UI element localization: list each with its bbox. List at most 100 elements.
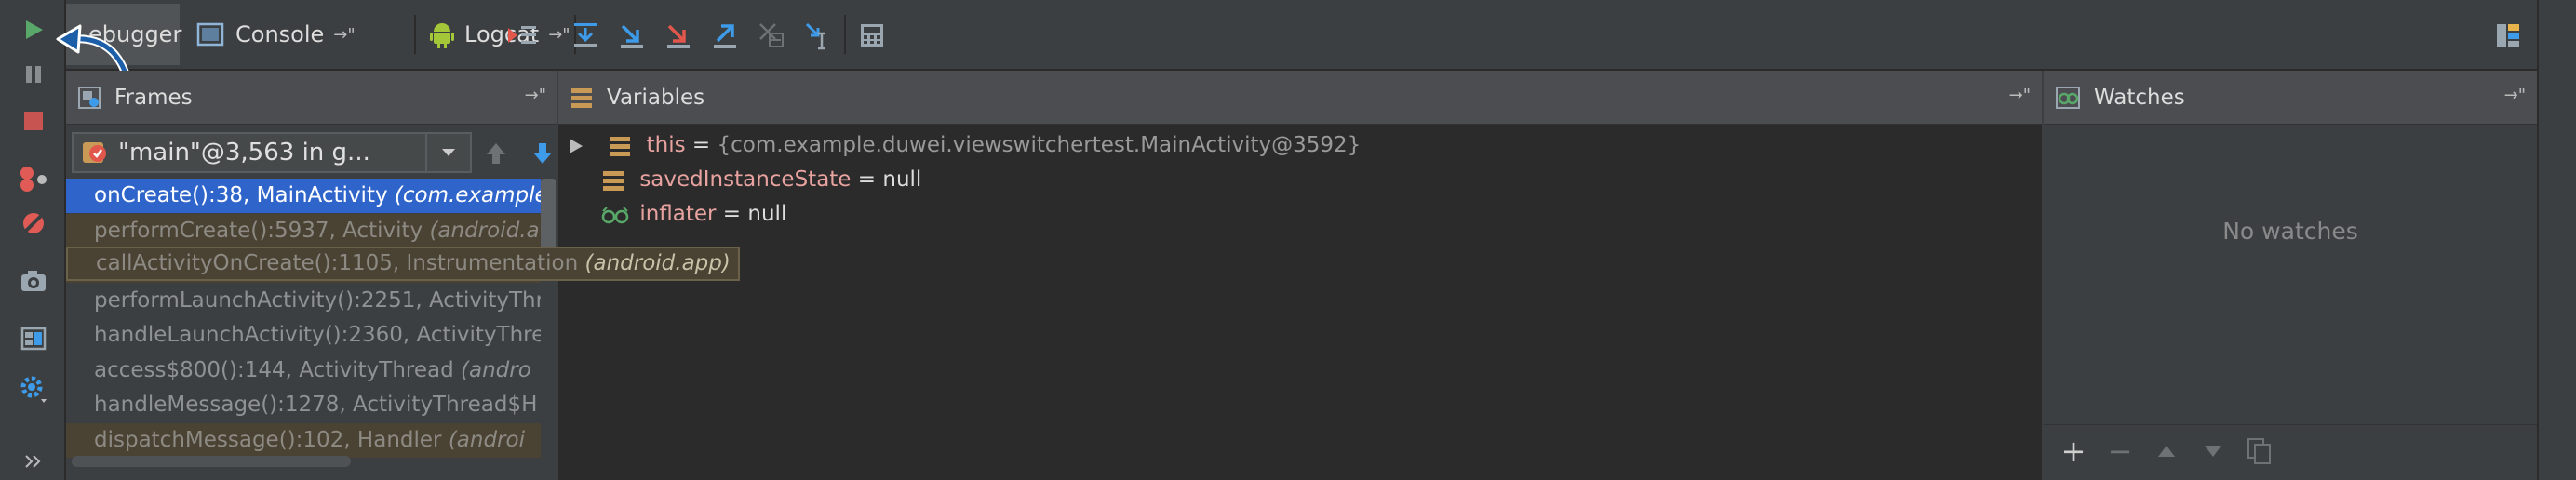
variables-title: Variables xyxy=(607,85,705,110)
variables-header: Variables →" xyxy=(558,71,2042,125)
tab-logcat[interactable]: Logcat →" xyxy=(422,4,570,65)
pin-icon: →" xyxy=(333,24,356,45)
resume-program-icon xyxy=(26,20,43,39)
pin-icon[interactable]: →" xyxy=(525,86,546,105)
tooltip-method: callActivityOnCreate():1105, Instrumenta… xyxy=(96,251,585,275)
evaluate-expression-icon xyxy=(861,24,883,47)
variables-icon xyxy=(571,87,592,108)
view-breakpoints-icon xyxy=(20,167,47,192)
watch-glasses-icon xyxy=(601,206,629,223)
frame-method: onCreate():38, MainActivity xyxy=(94,183,395,207)
pause-program-button[interactable] xyxy=(13,56,54,93)
tooltip-package: (android.app) xyxy=(584,251,731,275)
drop-frame-button[interactable] xyxy=(753,17,790,54)
plus-icon: + xyxy=(2060,433,2086,469)
mute-breakpoints-button[interactable] xyxy=(13,205,54,242)
watches-icon xyxy=(2056,86,2080,109)
frame-package: (andro xyxy=(461,357,531,382)
thread-selector-value: "main"@3,563 in g... xyxy=(118,139,370,167)
watches-title: Watches xyxy=(2094,85,2185,110)
arrow-up-icon xyxy=(487,143,505,164)
expand-arrow-icon[interactable] xyxy=(568,128,601,163)
move-watch-down-button[interactable] xyxy=(2196,434,2230,468)
frame-row[interactable]: performLaunchActivity():2251, ActivityTh… xyxy=(66,284,541,318)
step-out-icon xyxy=(714,24,736,48)
step-into-button[interactable] xyxy=(613,17,651,54)
variable-equals: = xyxy=(716,202,748,226)
frame-row[interactable]: performCreate():5937, Activity (android.… xyxy=(66,213,541,248)
step-into-icon xyxy=(621,24,643,48)
variables-panel: this = {com.example.duwei.viewswitcherte… xyxy=(558,125,2042,480)
step-out-button[interactable] xyxy=(706,17,744,54)
frame-method: dispatchMessage():102, Handler xyxy=(94,427,449,452)
minus-icon: − xyxy=(2107,433,2133,469)
tab-console-label: Console xyxy=(235,21,325,47)
frame-row[interactable]: dispatchMessage():102, Handler (androi xyxy=(66,422,541,458)
restore-layout-button[interactable] xyxy=(13,320,54,357)
arrow-down-icon xyxy=(533,143,552,164)
frame-method: handleMessage():1278, ActivityThread$H xyxy=(94,393,538,417)
force-step-into-icon xyxy=(667,24,690,48)
frame-method: performCreate():5937, Activity xyxy=(94,218,430,243)
drop-frame-icon xyxy=(759,23,784,47)
frame-row[interactable]: handleLaunchActivity():2360, ActivityThr… xyxy=(66,318,541,353)
frame-tooltip: callActivityOnCreate():1105, Instrumenta… xyxy=(66,247,740,281)
thread-suspended-icon xyxy=(83,142,106,163)
pin-icon[interactable]: →" xyxy=(2504,86,2526,105)
force-step-into-button[interactable] xyxy=(660,17,697,54)
variable-row[interactable]: this = {com.example.duwei.viewswitcherte… xyxy=(568,128,1361,163)
run-to-cursor-button[interactable] xyxy=(799,17,837,54)
frame-method: performLaunchActivity():2251, ActivityTh… xyxy=(94,287,541,313)
variable-row[interactable]: savedInstanceState = null xyxy=(601,163,921,197)
frame-row-selected[interactable]: onCreate():38, MainActivity (com.example xyxy=(66,179,541,213)
stop-icon xyxy=(24,112,43,130)
variable-value: null xyxy=(882,167,922,192)
mute-breakpoints-icon xyxy=(23,213,44,233)
triangle-down-icon xyxy=(2205,446,2221,457)
move-watch-up-button[interactable] xyxy=(2150,434,2183,468)
frame-package: (android.a xyxy=(429,218,540,243)
layout-settings-button[interactable] xyxy=(2489,17,2527,54)
get-thread-dump-icon xyxy=(21,271,46,291)
stop-button[interactable] xyxy=(13,102,54,140)
variable-value: {com.example.duwei.viewswitchertest.Main… xyxy=(717,133,1362,157)
variable-equals: = xyxy=(851,167,883,192)
expand-more-icon xyxy=(25,455,41,468)
next-frame-button[interactable] xyxy=(530,140,556,167)
chevron-down-icon[interactable] xyxy=(425,134,470,171)
variable-name: inflater xyxy=(639,202,717,226)
previous-frame-button[interactable] xyxy=(483,140,509,167)
frames-horizontal-scrollbar[interactable] xyxy=(72,456,351,467)
frame-row[interactable]: handleMessage():1278, ActivityThread$H xyxy=(66,388,541,422)
show-execution-point-button[interactable] xyxy=(503,17,541,54)
copy-watch-button[interactable] xyxy=(2243,434,2276,468)
view-breakpoints-button[interactable] xyxy=(13,160,54,197)
android-icon xyxy=(430,23,454,48)
frame-method: handleLaunchActivity():2360, ActivityThr… xyxy=(94,323,541,347)
step-over-icon xyxy=(574,23,597,47)
expand-more-button[interactable] xyxy=(13,443,54,480)
get-thread-dump-button[interactable] xyxy=(13,262,54,300)
pin-icon[interactable]: →" xyxy=(2009,86,2031,105)
evaluate-expression-button[interactable] xyxy=(853,17,891,54)
variable-name: savedInstanceState xyxy=(639,167,852,192)
watches-header: Watches →" xyxy=(2044,71,2537,125)
copy-icon xyxy=(2247,438,2271,464)
variable-name: this xyxy=(646,133,686,157)
variable-row[interactable]: inflater = null xyxy=(601,197,786,232)
tab-console[interactable]: Console →" xyxy=(187,4,410,65)
field-icon xyxy=(610,136,631,156)
frames-panel: "main"@3,563 in g... onCreate():38, Main… xyxy=(66,125,602,480)
add-watch-button[interactable]: + xyxy=(2057,433,2090,469)
frame-method: access$800():144, ActivityThread xyxy=(94,357,461,382)
field-icon xyxy=(603,170,624,191)
console-icon xyxy=(196,22,224,47)
settings-button[interactable] xyxy=(13,370,54,407)
step-over-button[interactable] xyxy=(567,17,604,54)
run-to-cursor-icon xyxy=(805,22,825,50)
variable-value: null xyxy=(747,202,787,226)
frame-row[interactable]: access$800():144, ActivityThread (andro xyxy=(66,353,541,388)
remove-watch-button[interactable]: − xyxy=(2103,433,2137,469)
resume-program-button[interactable] xyxy=(13,11,54,48)
thread-selector[interactable]: "main"@3,563 in g... xyxy=(72,132,472,173)
